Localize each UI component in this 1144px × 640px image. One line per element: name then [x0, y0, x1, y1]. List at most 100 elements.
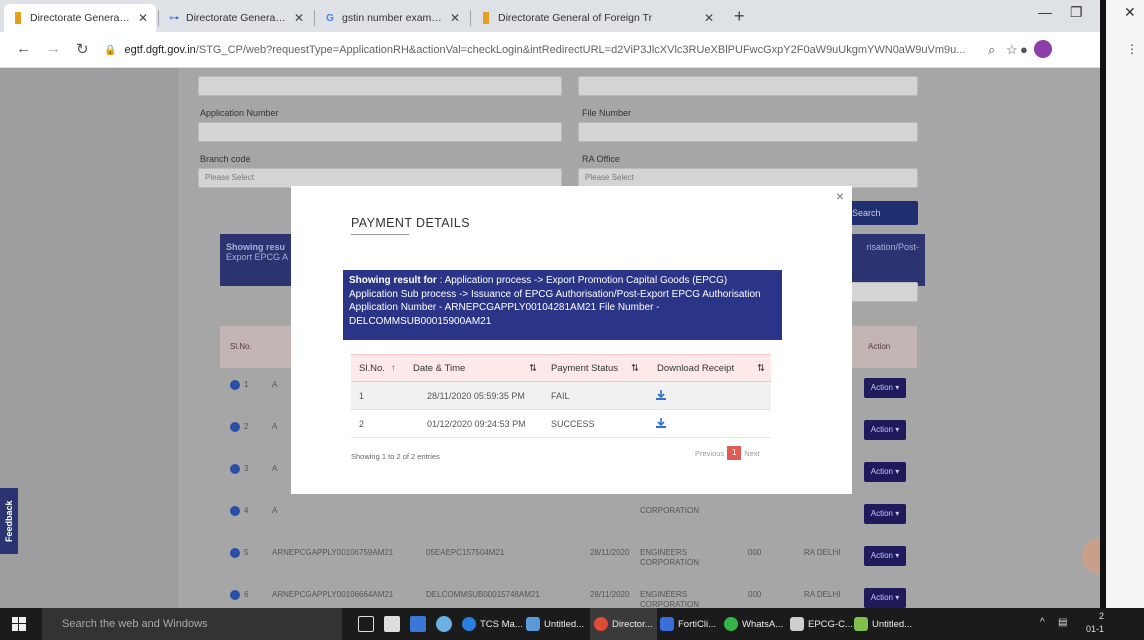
restore-icon[interactable]: ❐ [1070, 4, 1083, 21]
action-button[interactable]: Action ▾ [864, 546, 906, 566]
expand-icon[interactable] [230, 422, 240, 432]
store-icon[interactable] [384, 616, 400, 632]
taskbar-app[interactable]: TCS Ma... [462, 608, 523, 640]
row-status: SUCCESS [551, 419, 595, 429]
application-number-field[interactable] [198, 122, 562, 142]
table-cell: DELCOMMSUB00015748AM21 [426, 590, 540, 599]
taskbar-app[interactable]: WhatsA... [724, 608, 783, 640]
download-icon[interactable] [655, 417, 667, 429]
expand-icon[interactable] [230, 506, 240, 516]
caret-down-icon: ▾ [892, 383, 900, 392]
new-tab-button[interactable]: + [734, 6, 745, 27]
tab-separator [314, 10, 315, 26]
action-button[interactable]: Action ▾ [864, 504, 906, 524]
expand-icon[interactable] [230, 464, 240, 474]
result-band-right: risation/Post- [866, 242, 919, 252]
ra-office-select[interactable]: Please Select [578, 168, 918, 188]
action-button-label: Action [870, 593, 893, 602]
next-button[interactable]: Next [744, 449, 759, 458]
action-button-label: Action [870, 551, 893, 560]
mail-icon[interactable] [410, 616, 426, 632]
taskbar-app-active[interactable]: Director... [590, 608, 657, 640]
previous-button[interactable]: Previous [695, 449, 724, 458]
dgft-favicon-icon [12, 12, 24, 24]
expand-icon[interactable] [230, 380, 240, 390]
extension-icon[interactable]: ● [1020, 42, 1028, 57]
menu-dots-icon[interactable]: ⋮ [1126, 42, 1138, 56]
top-field-left[interactable] [198, 76, 562, 96]
minimize-icon[interactable]: — [1038, 4, 1052, 20]
col-slno[interactable]: Sl.No. [359, 363, 385, 374]
star-icon[interactable]: ☆ [1006, 42, 1018, 58]
expand-icon[interactable] [230, 590, 240, 600]
table-cell: A [272, 506, 278, 515]
row-status: FAIL [551, 391, 570, 401]
back-arrow-icon[interactable]: ← [16, 40, 31, 57]
close-window-icon[interactable]: ✕ [1124, 4, 1136, 21]
app-label: EPCG-C... [808, 618, 853, 630]
expand-icon[interactable] [230, 548, 240, 558]
ra-placeholder: Please Select [585, 173, 634, 182]
tab-dgft-1[interactable]: Directorate General of Foreign Tr ✕ [4, 4, 156, 32]
table-cell: 4 [244, 506, 249, 515]
col-download-receipt[interactable]: Download Receipt [657, 363, 734, 374]
top-field-right[interactable] [578, 76, 918, 96]
payment-row: 2 01/12/2020 09:24:53 PM SUCCESS [351, 410, 771, 438]
close-icon[interactable]: ✕ [294, 11, 304, 25]
tray-chevron-icon[interactable]: ^ [1040, 617, 1045, 628]
address-bar-row: ← → ↻ 🔒 egtf.dgft.gov.in /STG_CP/web?req… [0, 32, 1100, 68]
tab-label: gstin number example - Google [342, 12, 444, 24]
close-icon[interactable]: ✕ [450, 11, 460, 25]
forward-arrow-icon[interactable]: → [46, 40, 61, 57]
taskbar-search-field[interactable]: Search the web and Windows [42, 608, 342, 640]
tab-dgft-2[interactable]: ⊶ Directorate General of Foreign Tr ✕ [160, 4, 312, 32]
taskbar-app[interactable]: EPCG-C... [790, 608, 853, 640]
zoom-icon[interactable]: ⌕ [988, 42, 995, 58]
result-info-box: Showing result for : Application process… [343, 270, 782, 340]
page-1-button[interactable]: 1 [727, 446, 742, 460]
action-button[interactable]: Action ▾ [864, 420, 906, 440]
col-datetime[interactable]: Date & Time [413, 363, 465, 374]
close-icon[interactable]: ✕ [704, 11, 714, 25]
profile-avatar[interactable] [1034, 40, 1052, 58]
chat-assistant-avatar[interactable] [1082, 538, 1100, 574]
action-button[interactable]: Action ▾ [864, 378, 906, 398]
taskbar-clock[interactable]: 2 01-1 [1086, 610, 1104, 636]
title-underline [351, 234, 409, 235]
close-icon[interactable]: ✕ [138, 11, 148, 25]
table-cell: A [272, 464, 278, 473]
branch-code-select[interactable]: Please Select [198, 168, 562, 188]
notification-icon[interactable]: ▤ [1058, 617, 1067, 628]
task-view-icon[interactable] [358, 616, 374, 632]
action-button[interactable]: Action ▾ [864, 588, 906, 608]
download-icon[interactable] [655, 389, 667, 401]
col-payment-status[interactable]: Payment Status [551, 363, 618, 374]
caret-down-icon: ▾ [892, 425, 900, 434]
modal-title: PAYMENT DETAILS [351, 216, 470, 230]
windows-start-icon[interactable] [12, 617, 26, 631]
entries-info: Showing 1 to 2 of 2 entries [351, 452, 440, 461]
taskbar-app[interactable]: Untitled... [854, 608, 912, 640]
taskbar-app[interactable]: Untitled... [526, 608, 584, 640]
search-button-label: Search [852, 208, 881, 218]
url-field[interactable]: 🔒 egtf.dgft.gov.in /STG_CP/web?requestTy… [104, 37, 984, 63]
tab-google[interactable]: G gstin number example - Google ✕ [316, 4, 468, 32]
taskbar-app[interactable]: FortiCli... [660, 608, 716, 640]
app-label: Untitled... [544, 618, 585, 630]
payment-row: 1 28/11/2020 05:59:35 PM FAIL [351, 382, 771, 410]
action-button-label: Action [870, 383, 893, 392]
whatsapp-icon [724, 617, 738, 631]
reload-icon[interactable]: ↻ [76, 40, 89, 58]
action-button[interactable]: Action ▾ [864, 462, 906, 482]
tab-dgft-3[interactable]: Directorate General of Foreign Tr ✕ [472, 4, 722, 32]
search-button[interactable]: Search [846, 201, 918, 225]
modal-close-button[interactable]: × [836, 188, 844, 204]
feedback-tab[interactable]: Feedback [0, 488, 18, 554]
google-favicon-icon: G [326, 12, 334, 24]
file-number-field[interactable] [578, 122, 918, 142]
table-cell: ARNEPCGAPPLY00106759AM21 [272, 548, 394, 557]
taskbar: Search the web and Windows TCS Ma... Unt… [0, 608, 1144, 640]
table-row: 4 A CORPORATION Action ▾ [220, 494, 917, 536]
caret-down-icon: ▾ [892, 509, 900, 518]
people-icon[interactable] [436, 616, 452, 632]
